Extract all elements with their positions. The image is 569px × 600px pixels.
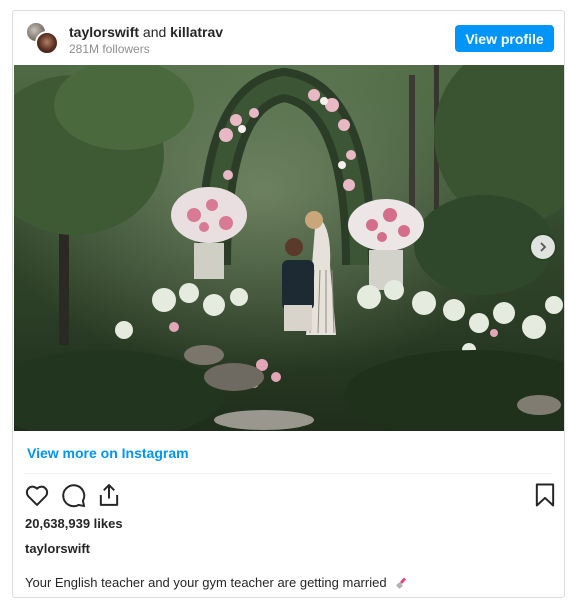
next-image-button[interactable] — [531, 235, 555, 259]
divider — [25, 473, 552, 474]
avatar-group[interactable] — [25, 21, 61, 57]
like-count: 20,638,939 likes — [25, 516, 123, 531]
authors-conjunction: and — [142, 24, 167, 40]
share-button[interactable] — [95, 481, 123, 509]
author-username-1[interactable]: taylorswift — [69, 24, 139, 40]
post-owner-username[interactable]: taylorswift — [25, 541, 90, 556]
caption-text: Your English teacher and your gym teache… — [25, 575, 387, 590]
follower-count: 281M followers — [69, 42, 150, 56]
avatar[interactable] — [35, 31, 59, 55]
garden-photo — [14, 65, 564, 431]
post-caption: Your English teacher and your gym teache… — [25, 575, 408, 590]
comment-icon — [62, 484, 86, 508]
view-more-link[interactable]: View more on Instagram — [27, 445, 189, 461]
post-actions — [23, 481, 555, 511]
chevron-right-icon — [540, 242, 547, 252]
bookmark-icon — [535, 483, 555, 507]
save-button[interactable] — [531, 481, 559, 509]
like-button[interactable] — [23, 481, 51, 509]
share-icon — [99, 484, 119, 506]
lipstick-icon — [396, 577, 407, 589]
author-username-2[interactable]: killatrav — [170, 24, 223, 40]
post-header: taylorswift and killatrav 281M followers… — [13, 11, 564, 65]
post-authors: taylorswift and killatrav — [69, 24, 223, 40]
heart-icon — [25, 485, 49, 506]
view-profile-button[interactable]: View profile — [455, 25, 554, 52]
instagram-embed-card: taylorswift and killatrav 281M followers… — [12, 10, 565, 598]
comment-button[interactable] — [59, 481, 87, 509]
post-image[interactable] — [14, 65, 564, 431]
